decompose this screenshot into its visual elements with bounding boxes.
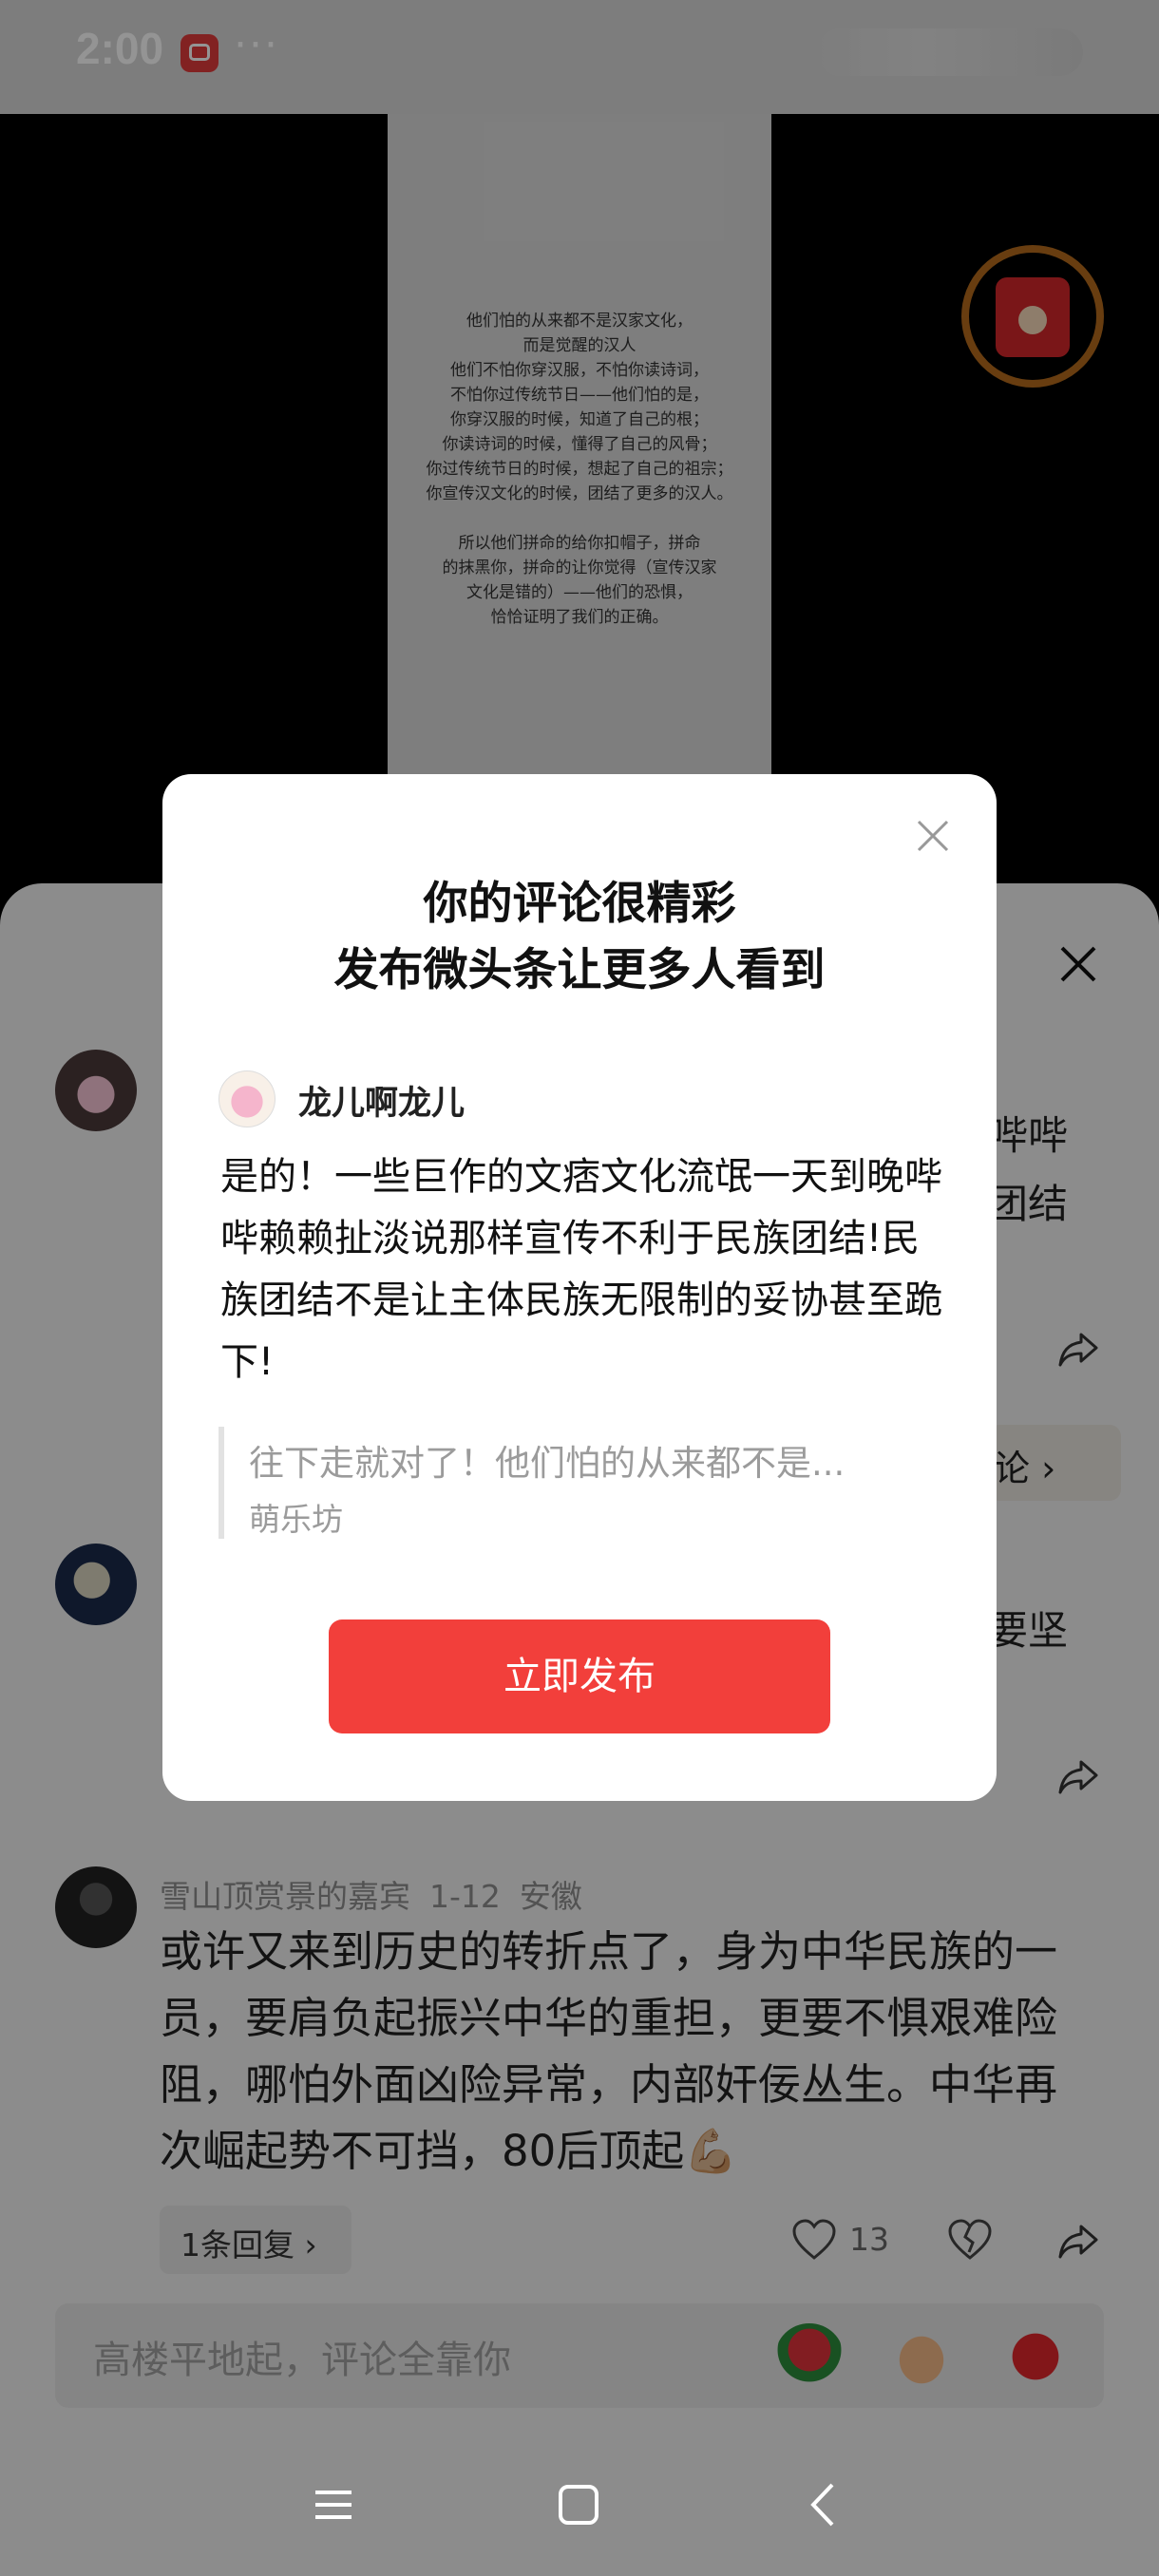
username: 龙儿啊龙儿 bbox=[298, 1085, 466, 1123]
avatar bbox=[218, 1070, 276, 1127]
comment-preview: 是的！一些巨作的文痞文化流氓一天到晚哔哔赖赖扯淡说那样宣传不利于民族团结!民族团… bbox=[220, 1155, 942, 1384]
dialog-subtitle: 发布微头条让更多人看到 bbox=[333, 944, 826, 996]
home-icon[interactable] bbox=[555, 2481, 602, 2529]
dialog-title: 你的评论很精彩 bbox=[423, 878, 736, 930]
close-icon[interactable] bbox=[914, 817, 952, 855]
quoted-author: 萌乐坊 bbox=[249, 1501, 343, 1538]
publish-button[interactable]: 立即发布 bbox=[329, 1619, 830, 1733]
quote-divider bbox=[218, 1427, 224, 1539]
menu-icon[interactable] bbox=[310, 2481, 357, 2529]
quoted-text: 往下走就对了！他们怕的从来都不是... bbox=[249, 1443, 846, 1484]
back-icon[interactable] bbox=[800, 2481, 847, 2529]
